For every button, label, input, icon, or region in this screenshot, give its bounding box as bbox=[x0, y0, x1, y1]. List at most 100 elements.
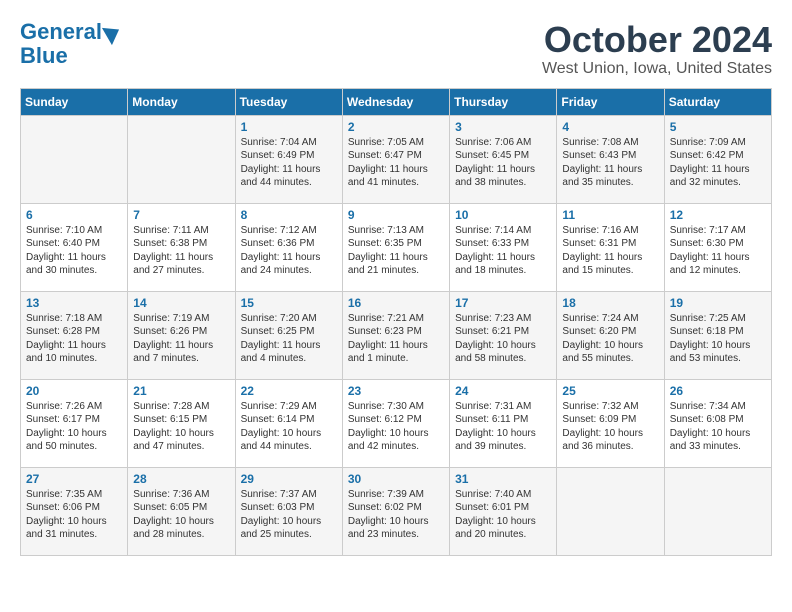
day-number: 10 bbox=[455, 208, 551, 222]
calendar-cell: 17 Sunrise: 7:23 AM Sunset: 6:21 PM Dayli… bbox=[450, 291, 557, 379]
calendar-week-row: 27 Sunrise: 7:35 AM Sunset: 6:06 PM Dayli… bbox=[21, 467, 772, 555]
day-content: Sunrise: 7:25 AM Sunset: 6:18 PM Dayligh… bbox=[670, 312, 766, 366]
calendar-cell bbox=[21, 115, 128, 203]
calendar-cell: 22 Sunrise: 7:29 AM Sunset: 6:14 PM Dayli… bbox=[235, 379, 342, 467]
calendar-cell: 5 Sunrise: 7:09 AM Sunset: 6:42 PM Daylig… bbox=[664, 115, 771, 203]
day-content: Sunrise: 7:39 AM Sunset: 6:02 PM Dayligh… bbox=[348, 488, 444, 542]
calendar-cell: 16 Sunrise: 7:21 AM Sunset: 6:23 PM Dayli… bbox=[342, 291, 449, 379]
day-content: Sunrise: 7:16 AM Sunset: 6:31 PM Dayligh… bbox=[562, 224, 658, 278]
day-number: 13 bbox=[26, 296, 122, 310]
calendar-cell: 25 Sunrise: 7:32 AM Sunset: 6:09 PM Dayli… bbox=[557, 379, 664, 467]
day-number: 5 bbox=[670, 120, 766, 134]
day-number: 11 bbox=[562, 208, 658, 222]
day-number: 18 bbox=[562, 296, 658, 310]
calendar-week-row: 13Sunrise: 7:18 AM Sunset: 6:28 PM Dayli… bbox=[21, 291, 772, 379]
weekday-header-thursday: Thursday bbox=[450, 88, 557, 115]
day-number: 6 bbox=[26, 208, 122, 222]
calendar-cell: 11 Sunrise: 7:16 AM Sunset: 6:31 PM Dayli… bbox=[557, 203, 664, 291]
calendar-cell: 21Sunrise: 7:28 AM Sunset: 6:15 PM Dayli… bbox=[128, 379, 235, 467]
day-content: Sunrise: 7:14 AM Sunset: 6:33 PM Dayligh… bbox=[455, 224, 551, 278]
day-content: Sunrise: 7:10 AM Sunset: 6:40 PM Dayligh… bbox=[26, 224, 122, 278]
calendar-cell: 29Sunrise: 7:37 AM Sunset: 6:03 PM Dayli… bbox=[235, 467, 342, 555]
weekday-header-tuesday: Tuesday bbox=[235, 88, 342, 115]
weekday-header-row: SundayMondayTuesdayWednesdayThursdayFrid… bbox=[21, 88, 772, 115]
calendar-week-row: 6 Sunrise: 7:10 AM Sunset: 6:40 PM Daylig… bbox=[21, 203, 772, 291]
calendar-cell: 28Sunrise: 7:36 AM Sunset: 6:05 PM Dayli… bbox=[128, 467, 235, 555]
day-number: 31 bbox=[455, 472, 551, 486]
day-number: 15 bbox=[241, 296, 337, 310]
day-content: Sunrise: 7:36 AM Sunset: 6:05 PM Dayligh… bbox=[133, 488, 229, 542]
calendar-cell bbox=[557, 467, 664, 555]
day-content: Sunrise: 7:06 AM Sunset: 6:45 PM Dayligh… bbox=[455, 136, 551, 190]
calendar-cell: 20 Sunrise: 7:26 AM Sunset: 6:17 PM Dayli… bbox=[21, 379, 128, 467]
calendar-cell bbox=[128, 115, 235, 203]
day-content: Sunrise: 7:24 AM Sunset: 6:20 PM Dayligh… bbox=[562, 312, 658, 366]
logo-general: General bbox=[20, 19, 102, 44]
title-section: October 2024 West Union, Iowa, United St… bbox=[542, 20, 772, 78]
logo: General Blue bbox=[20, 20, 120, 68]
day-number: 19 bbox=[670, 296, 766, 310]
calendar-cell: 4 Sunrise: 7:08 AM Sunset: 6:43 PM Daylig… bbox=[557, 115, 664, 203]
day-number: 27 bbox=[26, 472, 122, 486]
day-content: Sunrise: 7:11 AM Sunset: 6:38 PM Dayligh… bbox=[133, 224, 229, 278]
weekday-header-monday: Monday bbox=[128, 88, 235, 115]
day-content: Sunrise: 7:21 AM Sunset: 6:23 PM Dayligh… bbox=[348, 312, 444, 366]
day-number: 20 bbox=[26, 384, 122, 398]
day-content: Sunrise: 7:35 AM Sunset: 6:06 PM Dayligh… bbox=[26, 488, 122, 542]
calendar-cell: 14 Sunrise: 7:19 AM Sunset: 6:26 PM Dayli… bbox=[128, 291, 235, 379]
day-content: Sunrise: 7:32 AM Sunset: 6:09 PM Dayligh… bbox=[562, 400, 658, 454]
weekday-header-sunday: Sunday bbox=[21, 88, 128, 115]
weekday-header-wednesday: Wednesday bbox=[342, 88, 449, 115]
day-number: 16 bbox=[348, 296, 444, 310]
calendar-cell: 19 Sunrise: 7:25 AM Sunset: 6:18 PM Dayli… bbox=[664, 291, 771, 379]
day-content: Sunrise: 7:23 AM Sunset: 6:21 PM Dayligh… bbox=[455, 312, 551, 366]
calendar-cell: 26Sunrise: 7:34 AM Sunset: 6:08 PM Dayli… bbox=[664, 379, 771, 467]
day-content: Sunrise: 7:04 AM Sunset: 6:49 PM Dayligh… bbox=[241, 136, 337, 190]
page-header: General Blue October 2024 West Union, Io… bbox=[20, 20, 772, 78]
day-number: 12 bbox=[670, 208, 766, 222]
day-content: Sunrise: 7:09 AM Sunset: 6:42 PM Dayligh… bbox=[670, 136, 766, 190]
day-content: Sunrise: 7:13 AM Sunset: 6:35 PM Dayligh… bbox=[348, 224, 444, 278]
day-number: 30 bbox=[348, 472, 444, 486]
day-number: 8 bbox=[241, 208, 337, 222]
location-title: West Union, Iowa, United States bbox=[542, 60, 772, 78]
calendar-cell: 6 Sunrise: 7:10 AM Sunset: 6:40 PM Daylig… bbox=[21, 203, 128, 291]
day-content: Sunrise: 7:30 AM Sunset: 6:12 PM Dayligh… bbox=[348, 400, 444, 454]
calendar-cell: 31 Sunrise: 7:40 AM Sunset: 6:01 PM Dayli… bbox=[450, 467, 557, 555]
day-content: Sunrise: 7:29 AM Sunset: 6:14 PM Dayligh… bbox=[241, 400, 337, 454]
day-number: 22 bbox=[241, 384, 337, 398]
calendar-week-row: 1 Sunrise: 7:04 AM Sunset: 6:49 PM Daylig… bbox=[21, 115, 772, 203]
calendar-cell: 7 Sunrise: 7:11 AM Sunset: 6:38 PM Daylig… bbox=[128, 203, 235, 291]
calendar-cell: 23 Sunrise: 7:30 AM Sunset: 6:12 PM Dayli… bbox=[342, 379, 449, 467]
day-number: 14 bbox=[133, 296, 229, 310]
day-number: 2 bbox=[348, 120, 444, 134]
calendar-cell bbox=[664, 467, 771, 555]
weekday-header-saturday: Saturday bbox=[664, 88, 771, 115]
day-number: 7 bbox=[133, 208, 229, 222]
weekday-header-friday: Friday bbox=[557, 88, 664, 115]
day-number: 4 bbox=[562, 120, 658, 134]
day-content: Sunrise: 7:37 AM Sunset: 6:03 PM Dayligh… bbox=[241, 488, 337, 542]
calendar-cell: 13Sunrise: 7:18 AM Sunset: 6:28 PM Dayli… bbox=[21, 291, 128, 379]
day-number: 1 bbox=[241, 120, 337, 134]
day-number: 17 bbox=[455, 296, 551, 310]
day-number: 21 bbox=[133, 384, 229, 398]
calendar-cell: 3Sunrise: 7:06 AM Sunset: 6:45 PM Daylig… bbox=[450, 115, 557, 203]
day-content: Sunrise: 7:05 AM Sunset: 6:47 PM Dayligh… bbox=[348, 136, 444, 190]
day-content: Sunrise: 7:26 AM Sunset: 6:17 PM Dayligh… bbox=[26, 400, 122, 454]
day-content: Sunrise: 7:08 AM Sunset: 6:43 PM Dayligh… bbox=[562, 136, 658, 190]
calendar-table: SundayMondayTuesdayWednesdayThursdayFrid… bbox=[20, 88, 772, 556]
calendar-cell: 8Sunrise: 7:12 AM Sunset: 6:36 PM Daylig… bbox=[235, 203, 342, 291]
day-content: Sunrise: 7:17 AM Sunset: 6:30 PM Dayligh… bbox=[670, 224, 766, 278]
day-number: 23 bbox=[348, 384, 444, 398]
logo-text: General bbox=[20, 20, 102, 44]
day-content: Sunrise: 7:19 AM Sunset: 6:26 PM Dayligh… bbox=[133, 312, 229, 366]
logo-arrow-icon bbox=[102, 21, 124, 45]
calendar-cell: 30 Sunrise: 7:39 AM Sunset: 6:02 PM Dayli… bbox=[342, 467, 449, 555]
day-content: Sunrise: 7:34 AM Sunset: 6:08 PM Dayligh… bbox=[670, 400, 766, 454]
day-content: Sunrise: 7:40 AM Sunset: 6:01 PM Dayligh… bbox=[455, 488, 551, 542]
calendar-cell: 12 Sunrise: 7:17 AM Sunset: 6:30 PM Dayli… bbox=[664, 203, 771, 291]
day-number: 25 bbox=[562, 384, 658, 398]
calendar-cell: 1 Sunrise: 7:04 AM Sunset: 6:49 PM Daylig… bbox=[235, 115, 342, 203]
calendar-cell: 27 Sunrise: 7:35 AM Sunset: 6:06 PM Dayli… bbox=[21, 467, 128, 555]
